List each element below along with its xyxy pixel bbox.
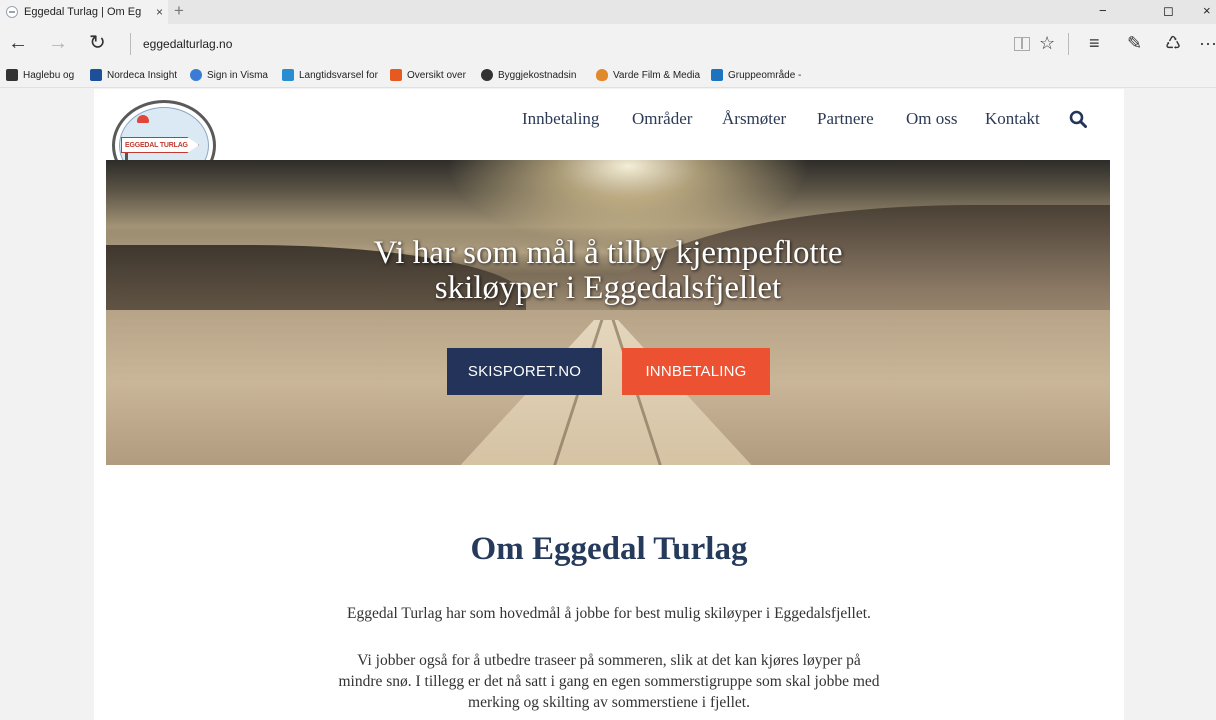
- favorite-oversikt[interactable]: Oversikt over: [390, 69, 466, 81]
- about-paragraph-2: Vi jobber også for å utbedre traseer på …: [94, 650, 1124, 713]
- search-icon[interactable]: [1069, 110, 1087, 128]
- visma-icon: [190, 69, 202, 81]
- oversikt-icon: [390, 69, 402, 81]
- favorite-varde[interactable]: Varde Film & Media: [596, 69, 700, 81]
- nav-innbetaling[interactable]: Innbetaling: [522, 109, 599, 131]
- favorite-star-icon[interactable]: ☆: [1039, 33, 1055, 53]
- more-icon[interactable]: ···: [1199, 33, 1216, 53]
- logo-sign: EGGEDAL TURLAG: [121, 137, 199, 153]
- skisporet-button[interactable]: SKISPORET.NO: [447, 348, 602, 395]
- url-divider: [130, 33, 131, 55]
- section-title: Om Eggedal Turlag: [470, 531, 748, 567]
- refresh-button[interactable]: ↻: [89, 32, 106, 54]
- favorite-label: Oversikt over: [407, 69, 466, 81]
- hero-title: Vi har som mål å tilby kjempeflotte skil…: [106, 236, 1110, 306]
- about-paragraph-line: Vi jobber også for å utbedre traseer på …: [357, 652, 861, 669]
- favorite-label: Langtidsvarsel for: [299, 69, 378, 81]
- innbetaling-button[interactable]: INNBETALING: [622, 348, 770, 395]
- tab-bar: Eggedal Turlag | Om Eg × + − ◻ ×: [0, 0, 1216, 24]
- reading-view-icon[interactable]: [1014, 37, 1030, 51]
- favorite-label: Byggjekostnadsin: [498, 69, 577, 81]
- favorite-label: Nordeca Insight: [107, 69, 178, 81]
- nordeca-icon: [90, 69, 102, 81]
- favorites-bar: Haglebu og Nordeca Insight Sign in Visma…: [0, 64, 1216, 88]
- hub-icon[interactable]: ≡: [1089, 33, 1100, 53]
- toolbar-divider: [1068, 33, 1069, 55]
- address-bar: ← → ↻ eggedalturlag.no ☆ ≡ ✎ ♺ ···: [0, 24, 1216, 64]
- new-tab-button[interactable]: +: [174, 2, 184, 20]
- favorite-label: Varde Film & Media: [613, 69, 701, 81]
- favorite-label: Sign in Visma: [207, 69, 268, 81]
- tab-close-button[interactable]: ×: [156, 5, 163, 19]
- favorite-visma[interactable]: Sign in Visma: [190, 69, 268, 81]
- sharepoint-icon: [711, 69, 723, 81]
- favorite-bygg[interactable]: Byggjekostnadsin: [481, 69, 576, 81]
- web-note-icon[interactable]: ✎: [1127, 33, 1142, 53]
- favorite-yr[interactable]: Langtidsvarsel for: [282, 69, 378, 81]
- minimize-button[interactable]: −: [1099, 3, 1107, 18]
- tab-title: Eggedal Turlag | Om Eg: [24, 6, 142, 18]
- nav-om-oss[interactable]: Om oss: [906, 109, 957, 131]
- favorite-haglebu[interactable]: Haglebu og: [6, 69, 74, 81]
- about-paragraph-line: merking og skilting av sommerstiene i fj…: [468, 694, 750, 711]
- web-page: EGGEDAL TURLAG Innbetaling Områder Årsmø…: [94, 89, 1124, 720]
- about-paragraph-1: Eggedal Turlag har som hovedmål å jobbe …: [347, 605, 871, 622]
- hero-banner: Vi har som mål å tilby kjempeflotte skil…: [106, 160, 1110, 465]
- nav-arsmoter[interactable]: Årsmøter: [722, 109, 786, 131]
- logo-text: EGGEDAL TURLAG: [125, 141, 188, 149]
- favorite-nordeca[interactable]: Nordeca Insight: [90, 69, 177, 81]
- haglebu-icon: [6, 69, 18, 81]
- nav-kontakt[interactable]: Kontakt: [985, 109, 1040, 131]
- favorite-gruppeomrade[interactable]: Gruppeområde -: [711, 69, 801, 81]
- share-icon[interactable]: ♺: [1165, 33, 1181, 53]
- close-window-button[interactable]: ×: [1203, 3, 1211, 18]
- yr-icon: [282, 69, 294, 81]
- nav-omrader[interactable]: Områder: [632, 109, 692, 131]
- nav-partnere[interactable]: Partnere: [817, 109, 874, 131]
- forward-button[interactable]: →: [48, 32, 68, 54]
- favorite-label: Haglebu og: [23, 69, 75, 81]
- hero-title-line: Vi har som mål å tilby kjempeflotte: [373, 235, 843, 271]
- varde-icon: [596, 69, 608, 81]
- about-paragraph-line: mindre snø. I tillegg er det nå satt i g…: [338, 673, 880, 690]
- maximize-button[interactable]: ◻: [1163, 3, 1174, 19]
- hero-title-line: skiløyper i Eggedalsfjellet: [434, 270, 782, 306]
- logo-sun-icon: [137, 115, 149, 123]
- bygg-icon: [481, 69, 493, 81]
- back-button[interactable]: ←: [8, 32, 28, 54]
- site-favicon-icon: [6, 6, 18, 18]
- url-field[interactable]: eggedalturlag.no: [143, 37, 232, 51]
- browser-tab[interactable]: Eggedal Turlag | Om Eg ×: [0, 0, 168, 24]
- favorite-label: Gruppeområde -: [728, 69, 802, 81]
